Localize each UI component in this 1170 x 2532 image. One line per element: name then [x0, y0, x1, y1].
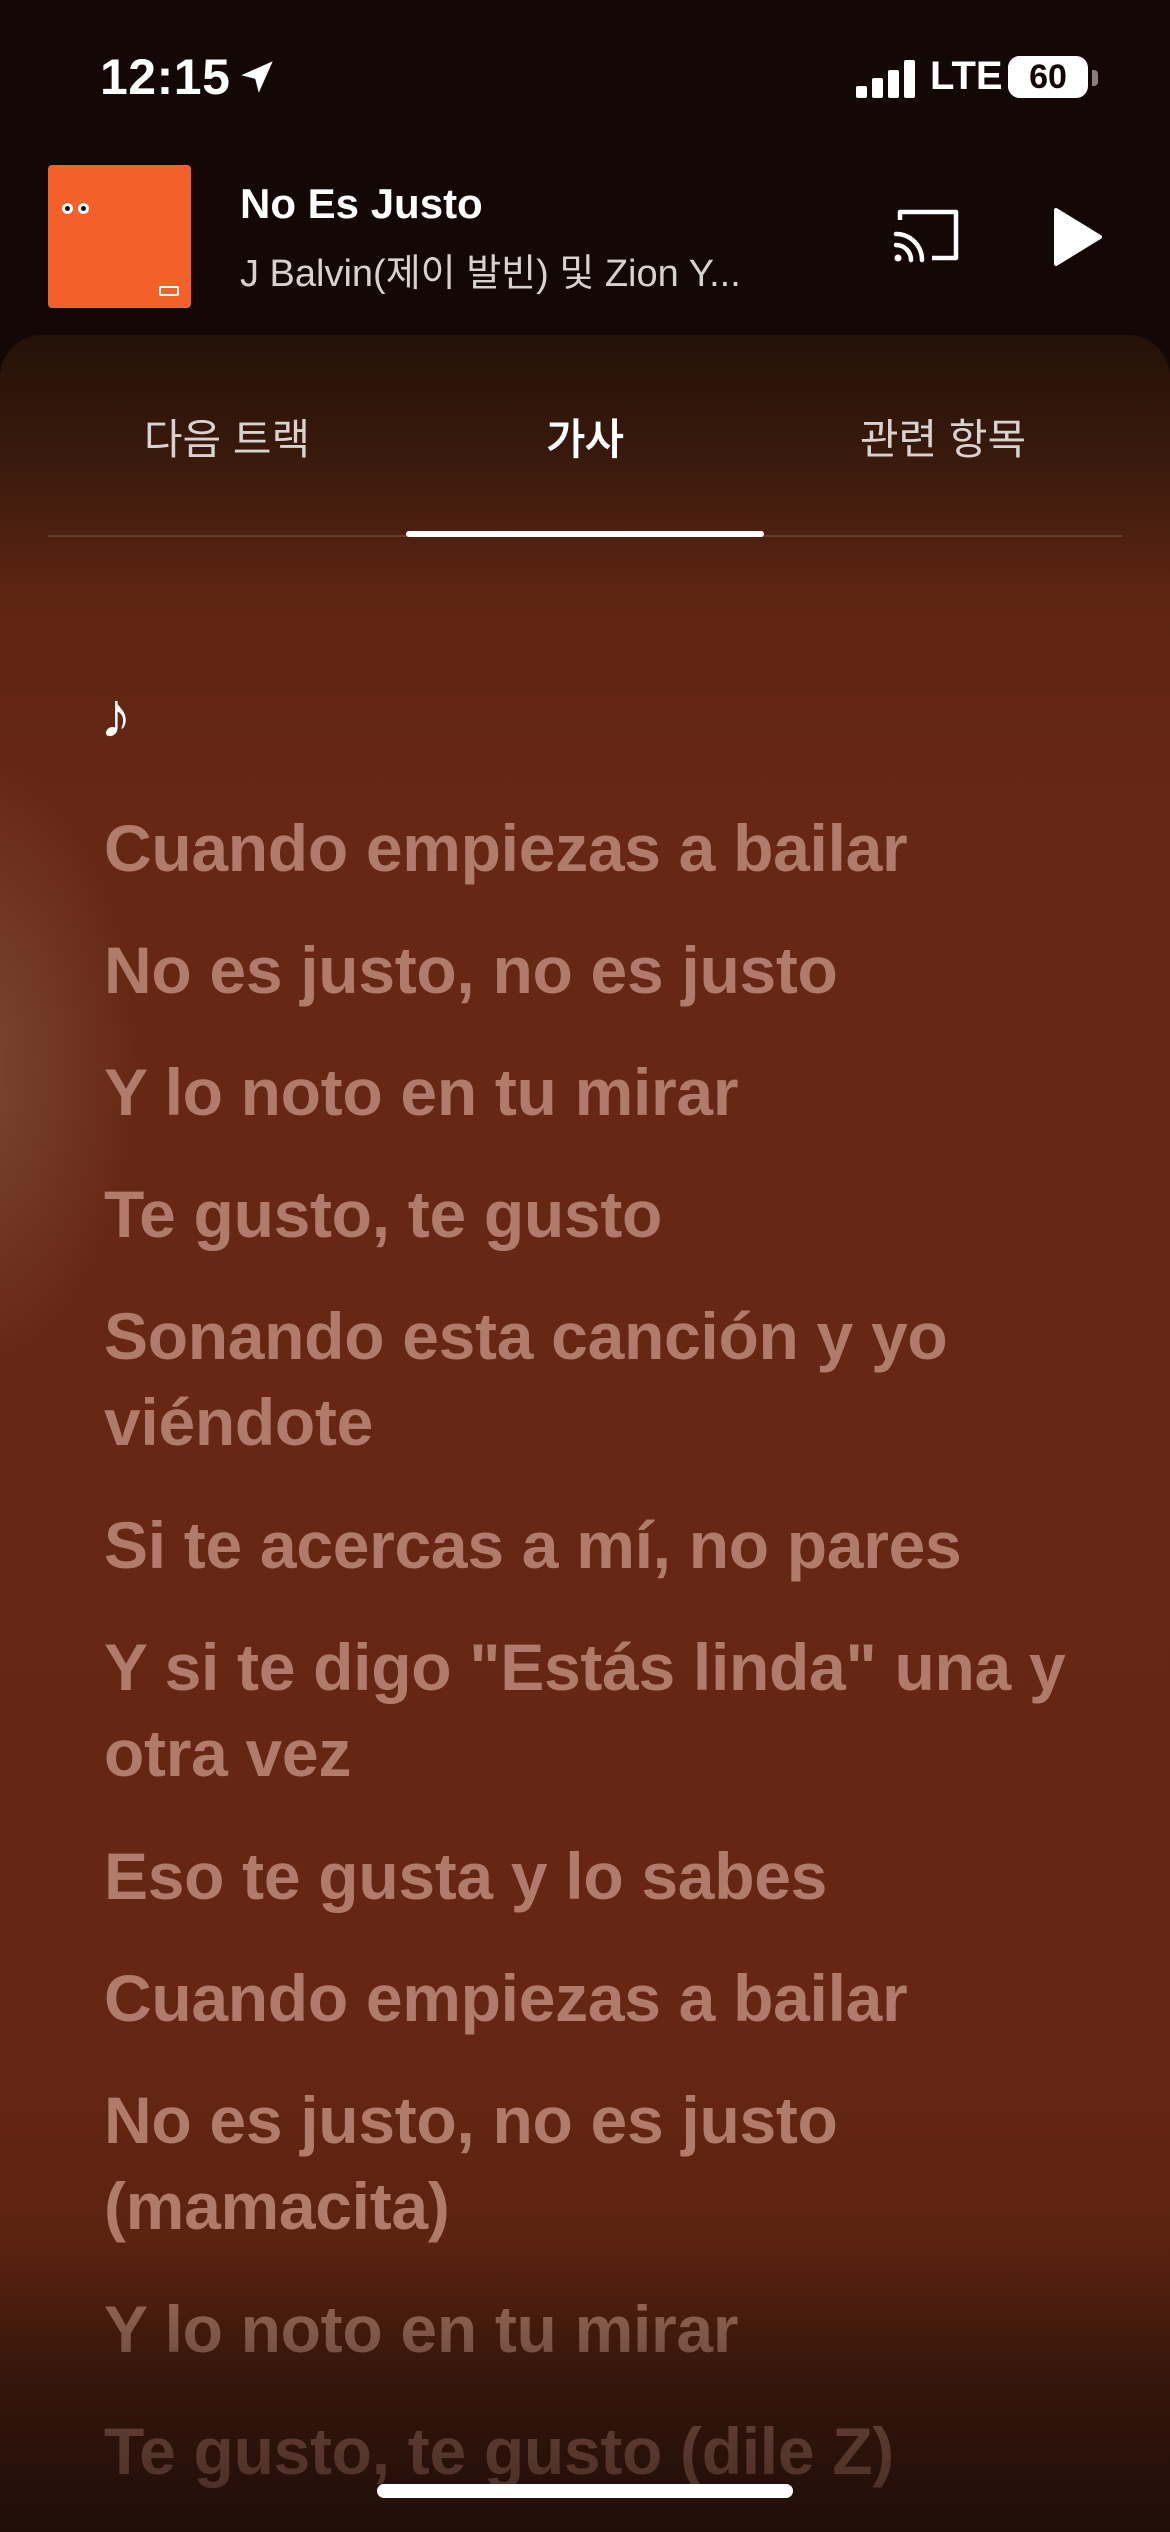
location-arrow-icon — [241, 61, 273, 93]
track-artist[interactable]: J Balvin(제이 발빈) 및 Zion Y... — [240, 242, 800, 297]
status-bar: 12:15 LTE 60 — [0, 0, 1170, 150]
mini-player[interactable]: No Es Justo J Balvin(제이 발빈) 및 Zion Y... — [0, 150, 1170, 335]
lyric-line[interactable]: Y lo noto en tu mirar — [104, 1049, 1084, 1135]
lyric-line[interactable]: No es justo, no es justo — [104, 927, 1084, 1013]
cellular-signal-icon — [856, 60, 916, 98]
home-indicator[interactable] — [377, 2484, 793, 2498]
lyric-line[interactable]: Te gusto, te gusto — [104, 1171, 1084, 1257]
lyric-line[interactable]: Eso te gusta y lo sabes — [104, 1833, 1084, 1919]
cast-icon[interactable] — [890, 206, 962, 268]
battery-icon: 60 — [1008, 56, 1088, 98]
lyrics-panel[interactable]: 다음 트랙 가사 관련 항목 ♪ Cuando empiezas a baila… — [0, 335, 1170, 2532]
play-icon[interactable] — [1048, 206, 1106, 268]
network-label: LTE — [930, 54, 1003, 98]
battery-cap — [1092, 70, 1098, 86]
album-art-eye — [62, 203, 73, 214]
lyric-line[interactable]: No es justo, no es justo (mamacita) — [104, 2077, 1084, 2249]
lyrics-screen: 12:15 LTE 60 No Es Justo J Balvin(제이 발빈)… — [0, 0, 1170, 2532]
lyric-line[interactable]: Cuando empiezas a bailar — [104, 805, 1084, 891]
lyric-line[interactable]: Cuando empiezas a bailar — [104, 1955, 1084, 2041]
album-art-eye — [78, 203, 89, 214]
tab-up-next[interactable]: 다음 트랙 — [48, 335, 406, 537]
tab-lyrics[interactable]: 가사 — [406, 335, 764, 537]
tab-related[interactable]: 관련 항목 — [764, 335, 1122, 537]
active-tab-indicator — [406, 531, 764, 537]
lyric-line[interactable]: Y si te digo "Estás linda" una y otra ve… — [104, 1624, 1084, 1796]
tab-bar: 다음 트랙 가사 관련 항목 — [48, 335, 1122, 537]
battery-percent: 60 — [1029, 58, 1067, 96]
lyric-line[interactable]: Si te acercas a mí, no pares — [104, 1502, 1084, 1588]
status-time: 12:15 — [100, 49, 231, 105]
lyric-line[interactable]: Te gusto, te gusto (dile Z) — [104, 2408, 1084, 2494]
music-note-icon: ♪ — [100, 679, 132, 751]
track-title[interactable]: No Es Justo — [240, 180, 483, 228]
lyric-line[interactable]: Sonando esta canción y yo viéndote — [104, 1293, 1084, 1465]
lyric-line[interactable]: Y lo noto en tu mirar — [104, 2286, 1084, 2372]
album-art-mouth — [159, 286, 179, 296]
album-art[interactable] — [48, 165, 191, 308]
